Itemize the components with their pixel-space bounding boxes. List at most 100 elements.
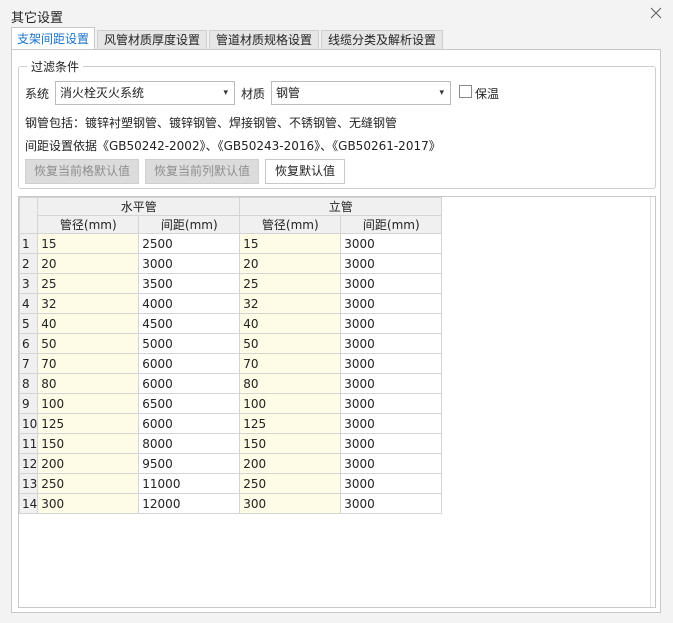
horizontal-spacing-cell[interactable]: 9500 [138,453,241,474]
horizontal-spacing-cell[interactable]: 4500 [138,313,241,334]
horizontal-spacing-cell[interactable]: 3000 [138,253,241,274]
horizontal-diameter-cell[interactable]: 40 [37,313,140,334]
horizontal-spacing-cell[interactable]: 12000 [138,493,241,514]
vertical-spacing-cell[interactable]: 3000 [340,253,443,274]
row-number: 12 [18,453,39,474]
table-row: 2 20 3000 20 3000 [18,253,443,274]
tab-support-spacing[interactable]: 支架间距设置 [11,27,95,50]
restore-column-default-button[interactable]: 恢复当前列默认值 [145,159,259,184]
horizontal-diameter-cell[interactable]: 20 [37,253,140,274]
row-number: 2 [18,253,39,274]
vertical-spacing-cell[interactable]: 3000 [340,233,443,254]
chevron-down-icon: ▾ [223,88,228,98]
vertical-diameter-header[interactable]: 管径(mm) [239,215,342,234]
vertical-diameter-cell[interactable]: 70 [239,353,342,374]
material-dropdown[interactable]: 钢管 ▾ [271,81,451,105]
system-label: 系统 [25,87,50,101]
horizontal-diameter-cell[interactable]: 70 [37,353,140,374]
horizontal-spacing-cell[interactable]: 4000 [138,293,241,314]
table-row: 6 50 5000 50 3000 [18,333,443,354]
horizontal-diameter-cell[interactable]: 150 [37,433,140,454]
vertical-spacing-cell[interactable]: 3000 [340,353,443,374]
table-row: 8 80 6000 80 3000 [18,373,443,394]
vertical-diameter-cell[interactable]: 40 [239,313,342,334]
vertical-spacing-cell[interactable]: 3000 [340,313,443,334]
vertical-diameter-cell[interactable]: 100 [239,393,342,414]
horizontal-diameter-cell[interactable]: 100 [37,393,140,414]
horizontal-diameter-cell[interactable]: 25 [37,273,140,294]
system-dropdown-value: 消火栓灭火系统 [60,86,145,100]
vertical-diameter-cell[interactable]: 80 [239,373,342,394]
insulation-checkbox[interactable] [459,85,472,98]
row-number: 14 [18,493,39,514]
table-row: 13 250 11000 250 3000 [18,473,443,494]
table-row: 14 300 12000 300 3000 [18,493,443,514]
horizontal-diameter-header[interactable]: 管径(mm) [37,215,140,234]
horizontal-spacing-cell[interactable]: 6000 [138,373,241,394]
vertical-diameter-cell[interactable]: 200 [239,453,342,474]
horizontal-diameter-cell[interactable]: 250 [37,473,140,494]
window-title: 其它设置 [11,11,64,26]
chevron-down-icon: ▾ [439,88,444,98]
vertical-spacing-cell[interactable]: 3000 [340,433,443,454]
spacing-table: 水平管 立管 管径(mm) 间距(mm) 管径(mm) 间距(mm) 1 15 25… [18,196,656,608]
vertical-diameter-cell[interactable]: 125 [239,413,342,434]
restore-cell-default-button[interactable]: 恢复当前格默认值 [25,159,139,184]
vertical-scrollbar[interactable] [650,197,655,607]
table-row: 1 15 2500 15 3000 [18,233,443,254]
horizontal-spacing-header[interactable]: 间距(mm) [138,215,241,234]
table-row: 11 150 8000 150 3000 [18,433,443,454]
horizontal-spacing-cell[interactable]: 8000 [138,433,241,454]
horizontal-diameter-cell[interactable]: 32 [37,293,140,314]
row-number: 7 [18,353,39,374]
table-row: 5 40 4500 40 3000 [18,313,443,334]
vertical-diameter-cell[interactable]: 20 [239,253,342,274]
tab-duct-thickness[interactable]: 风管材质厚度设置 [97,30,207,49]
row-number: 8 [18,373,39,394]
vertical-spacing-cell[interactable]: 3000 [340,333,443,354]
horizontal-diameter-cell[interactable]: 125 [37,413,140,434]
vertical-diameter-cell[interactable]: 250 [239,473,342,494]
horizontal-spacing-cell[interactable]: 5000 [138,333,241,354]
table-row: 9 100 6500 100 3000 [18,393,443,414]
horizontal-diameter-cell[interactable]: 300 [37,493,140,514]
row-number: 11 [18,433,39,454]
horizontal-spacing-cell[interactable]: 2500 [138,233,241,254]
vertical-pipe-header: 立管 [239,197,443,216]
vertical-spacing-cell[interactable]: 3000 [340,273,443,294]
restore-default-button[interactable]: 恢复默认值 [265,159,345,184]
steel-pipe-includes-text: 钢管包括：镀锌衬塑钢管、镀锌钢管、焊接钢管、不锈钢管、无缝钢管 [25,116,398,130]
close-icon[interactable] [649,6,663,20]
horizontal-pipe-header: 水平管 [37,197,241,216]
horizontal-spacing-cell[interactable]: 6000 [138,353,241,374]
table-row: 10 125 6000 125 3000 [18,413,443,434]
vertical-spacing-cell[interactable]: 3000 [340,473,443,494]
row-header-corner [18,197,39,234]
vertical-spacing-cell[interactable]: 3000 [340,393,443,414]
vertical-diameter-cell[interactable]: 300 [239,493,342,514]
table-row: 12 200 9500 200 3000 [18,453,443,474]
vertical-diameter-cell[interactable]: 150 [239,433,342,454]
horizontal-diameter-cell[interactable]: 200 [37,453,140,474]
vertical-spacing-cell[interactable]: 3000 [340,293,443,314]
horizontal-diameter-cell[interactable]: 80 [37,373,140,394]
vertical-spacing-cell[interactable]: 3000 [340,453,443,474]
vertical-spacing-cell[interactable]: 3000 [340,413,443,434]
tab-pipe-spec[interactable]: 管道材质规格设置 [209,30,319,49]
horizontal-spacing-cell[interactable]: 11000 [138,473,241,494]
horizontal-spacing-cell[interactable]: 3500 [138,273,241,294]
vertical-diameter-cell[interactable]: 50 [239,333,342,354]
vertical-spacing-cell[interactable]: 3000 [340,493,443,514]
horizontal-diameter-cell[interactable]: 50 [37,333,140,354]
vertical-diameter-cell[interactable]: 32 [239,293,342,314]
horizontal-spacing-cell[interactable]: 6000 [138,413,241,434]
horizontal-spacing-cell[interactable]: 6500 [138,393,241,414]
vertical-spacing-cell[interactable]: 3000 [340,373,443,394]
vertical-diameter-cell[interactable]: 15 [239,233,342,254]
horizontal-diameter-cell[interactable]: 15 [37,233,140,254]
system-dropdown[interactable]: 消火栓灭火系统 ▾ [55,81,235,105]
table-row: 3 25 3500 25 3000 [18,273,443,294]
tab-cable-classification[interactable]: 线缆分类及解析设置 [321,30,443,49]
vertical-diameter-cell[interactable]: 25 [239,273,342,294]
vertical-spacing-header[interactable]: 间距(mm) [340,215,443,234]
